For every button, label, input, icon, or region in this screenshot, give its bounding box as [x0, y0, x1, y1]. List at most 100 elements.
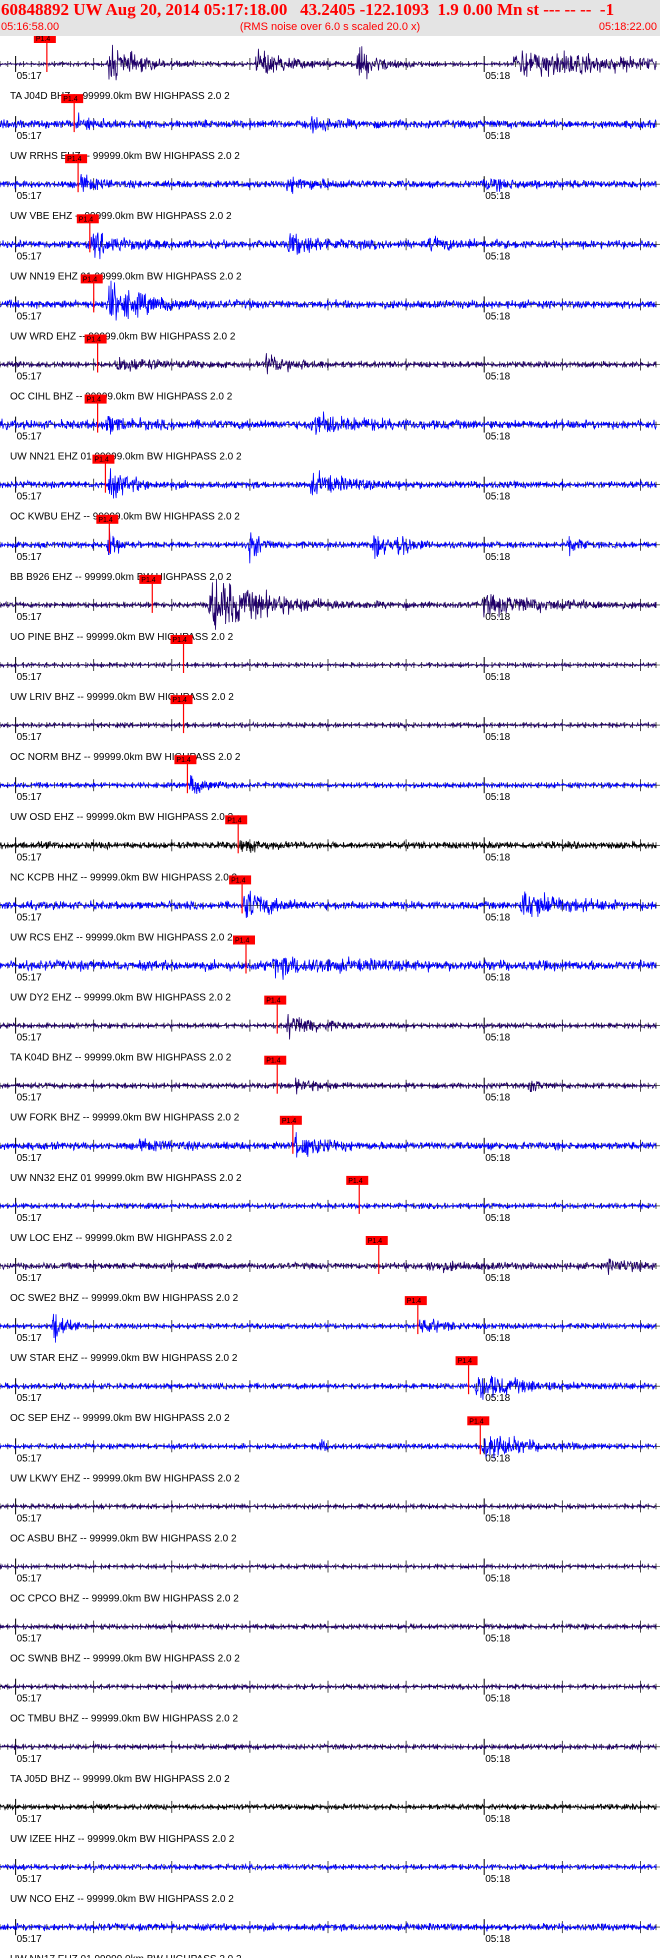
trace-1: 05:17 05:18 UW RRHS EHZ -- 99999.0km BW HI… [0, 94, 660, 162]
pick-label: P1.4 [83, 276, 98, 283]
station-label: UW LKWY EHZ -- 99999.0km BW HIGHPASS 2.0… [10, 1473, 240, 1484]
pick-label: P1.4 [282, 1118, 297, 1125]
station-label: UW RRHS EHZ -- 99999.0km BW HIGHPASS 2.0… [10, 151, 240, 162]
waveform-line [0, 232, 657, 260]
minute-label: 05:18 [485, 311, 510, 322]
trace-21: 05:17 05:18 UW STAR EHZ -- 99999.0km BW HI… [0, 1296, 660, 1364]
minute-label: 05:18 [485, 432, 510, 443]
trace-26: 05:17 05:18 OC SWNB BHZ -- 99999.0km BW HI… [0, 1618, 660, 1665]
trace-27: 05:17 05:18 OC TMBU BHZ -- 99999.0km BW HI… [0, 1678, 660, 1725]
pick-label: P1.4 [94, 457, 109, 464]
minute-label: 05:18 [485, 1754, 510, 1765]
trace-10: 05:17 05:18 UW LRIV BHZ -- 99999.0km BW HI… [0, 635, 660, 703]
minute-label: 05:18 [485, 1093, 510, 1104]
station-label: UW NN21 EHZ 01 99999.0km BW HIGHPASS 2.0… [10, 452, 242, 463]
trace-8: 05:17 05:18 BB B926 EHZ -- 99999.0km BW HI… [0, 514, 660, 583]
pick-label: P1.4 [266, 1058, 281, 1065]
minute-label: 05:17 [17, 131, 42, 142]
trace-6: 05:17 05:18 UW NN21 EHZ 01 99999.0km BW HI… [0, 394, 660, 463]
minute-label: 05:17 [17, 432, 42, 443]
pick-label: P1.4 [141, 577, 156, 584]
pick-label: P1.4 [87, 337, 102, 344]
minute-label: 05:17 [17, 1934, 42, 1945]
minute-label: 05:17 [17, 1874, 42, 1885]
trace-30: 05:17 05:18 UW NCO EHZ -- 99999.0km BW HIG… [0, 1859, 660, 1905]
station-label: UW DY2 EHZ -- 99999.0km BW HIGHPASS 2.0 … [10, 993, 231, 1004]
pick-label: P1.4 [458, 1358, 473, 1365]
minute-label: 05:18 [485, 852, 510, 863]
pick-label: P1.4 [368, 1238, 383, 1245]
minute-label: 05:17 [17, 552, 42, 563]
station-label: UW NCO EHZ -- 99999.0km BW HIGHPASS 2.0 … [10, 1894, 234, 1905]
minute-label: 05:17 [17, 1574, 42, 1585]
trace-14: 05:17 05:18 UW RCS EHZ -- 99999.0km BW HIG… [0, 875, 660, 943]
pick-label: P1.4 [87, 397, 102, 404]
minute-label: 05:18 [485, 973, 510, 984]
minute-label: 05:17 [17, 372, 42, 383]
station-label: TA J05D BHZ -- 99999.0km BW HIGHPASS 2.0… [10, 1774, 230, 1785]
minute-label: 05:18 [485, 792, 510, 803]
waveform-line [0, 112, 657, 134]
minute-label: 05:17 [17, 1033, 42, 1044]
station-label: UW STAR EHZ -- 99999.0km BW HIGHPASS 2.0… [10, 1353, 238, 1364]
trace-15: 05:17 05:18 UW DY2 EHZ -- 99999.0km BW HIG… [0, 935, 660, 1004]
minute-label: 05:17 [17, 1513, 42, 1524]
pick-label: P1.4 [407, 1298, 422, 1305]
minute-label: 05:18 [485, 1033, 510, 1044]
trace-0: 05:17 05:18 TA J04D BHZ -- 99999.0km BW HI… [0, 36, 660, 102]
trace-31: 05:17 05:18 UW NN17 EHZ 01 99999.0km BW HI… [0, 1919, 660, 1958]
station-label: TA J04D BHZ -- 99999.0km BW HIGHPASS 2.0… [10, 91, 230, 102]
minute-label: 05:17 [17, 1694, 42, 1705]
station-label: OC NORM BHZ -- 99999.0km BW HIGHPASS 2.0… [10, 752, 241, 763]
pick-label: P1.4 [231, 877, 246, 884]
minute-label: 05:17 [17, 912, 42, 923]
minute-label: 05:18 [485, 372, 510, 383]
pick-label: P1.4 [227, 817, 242, 824]
event-title: 60848892 UW Aug 20, 2014 05:17:18.00 43.… [1, 0, 615, 19]
minute-label: 05:18 [485, 552, 510, 563]
minute-label: 05:18 [485, 732, 510, 743]
minute-label: 05:17 [17, 71, 42, 82]
station-label: UW IZEE HHZ -- 99999.0km BW HIGHPASS 2.0… [10, 1834, 235, 1845]
pick-label: P1.4 [67, 156, 82, 163]
station-label: UW WRD EHZ -- 99999.0km BW HIGHPASS 2.0 … [10, 331, 236, 342]
minute-label: 05:18 [485, 1513, 510, 1524]
minute-label: 05:17 [17, 492, 42, 503]
minute-label: 05:17 [17, 973, 42, 984]
plot-header: 60848892 UW Aug 20, 2014 05:17:18.00 43.… [0, 0, 660, 36]
station-label: OC SWNB BHZ -- 99999.0km BW HIGHPASS 2.0… [10, 1654, 240, 1665]
pick-label: P1.4 [63, 96, 78, 103]
waveform-line [0, 528, 657, 564]
pick-label: P1.4 [176, 757, 191, 764]
minute-label: 05:18 [485, 912, 510, 923]
seismogram-plot: 05:17 05:18 TA J04D BHZ -- 99999.0km BW HI… [0, 36, 660, 1958]
minute-label: 05:17 [17, 672, 42, 683]
station-label: OC CIHL BHZ -- 99999.0km BW HIGHPASS 2.0… [10, 392, 233, 403]
trace-3: 05:17 05:18 UW NN19 EHZ 01 99999.0km BW HI… [0, 214, 660, 282]
station-label: UW NN32 EHZ 01 99999.0km BW HIGHPASS 2.0… [10, 1173, 242, 1184]
trace-7: 05:17 05:18 OC KWBU EHZ -- 99999.0km BW HI… [0, 454, 660, 523]
station-label: TA K04D BHZ -- 99999.0km BW HIGHPASS 2.0… [10, 1053, 232, 1064]
trace-19: 05:17 05:18 UW LOC EHZ -- 99999.0km BW HIG… [0, 1175, 660, 1244]
trace-9: 05:17 05:18 UO PINE BHZ -- 99999.0km BW HI… [0, 574, 660, 643]
trace-25: 05:17 05:18 OC CPCO BHZ -- 99999.0km BW HI… [0, 1558, 660, 1605]
trace-12: 05:17 05:18 UW OSD EHZ -- 99999.0km BW HIG… [0, 755, 660, 823]
end-time-label: 05:18:22.00 [598, 21, 657, 33]
station-label: OC SEP EHZ -- 99999.0km BW HIGHPASS 2.0 … [10, 1413, 230, 1424]
station-label: BB B926 EHZ -- 99999.0km BW HIGHPASS 2.0… [10, 572, 232, 583]
pick-label: P1.4 [36, 36, 51, 43]
trace-18: 05:17 05:18 UW NN32 EHZ 01 99999.0km BW HI… [0, 1115, 660, 1184]
minute-label: 05:17 [17, 251, 42, 262]
minute-label: 05:17 [17, 1273, 42, 1284]
waveform-line [0, 579, 657, 630]
minute-label: 05:18 [485, 131, 510, 142]
minute-label: 05:17 [17, 1153, 42, 1164]
pick-label: P1.4 [266, 998, 281, 1005]
minute-label: 05:18 [485, 1153, 510, 1164]
station-label: NC KCPB HHZ -- 99999.0km BW HIGHPASS 2.0… [10, 872, 238, 883]
minute-label: 05:18 [485, 1874, 510, 1885]
trace-11: 05:17 05:18 OC NORM BHZ -- 99999.0km BW HI… [0, 695, 660, 763]
station-label: OC ASBU BHZ -- 99999.0km BW HIGHPASS 2.0… [10, 1533, 237, 1544]
pick-label: P1.4 [98, 517, 113, 524]
pick-label: P1.4 [469, 1418, 484, 1425]
